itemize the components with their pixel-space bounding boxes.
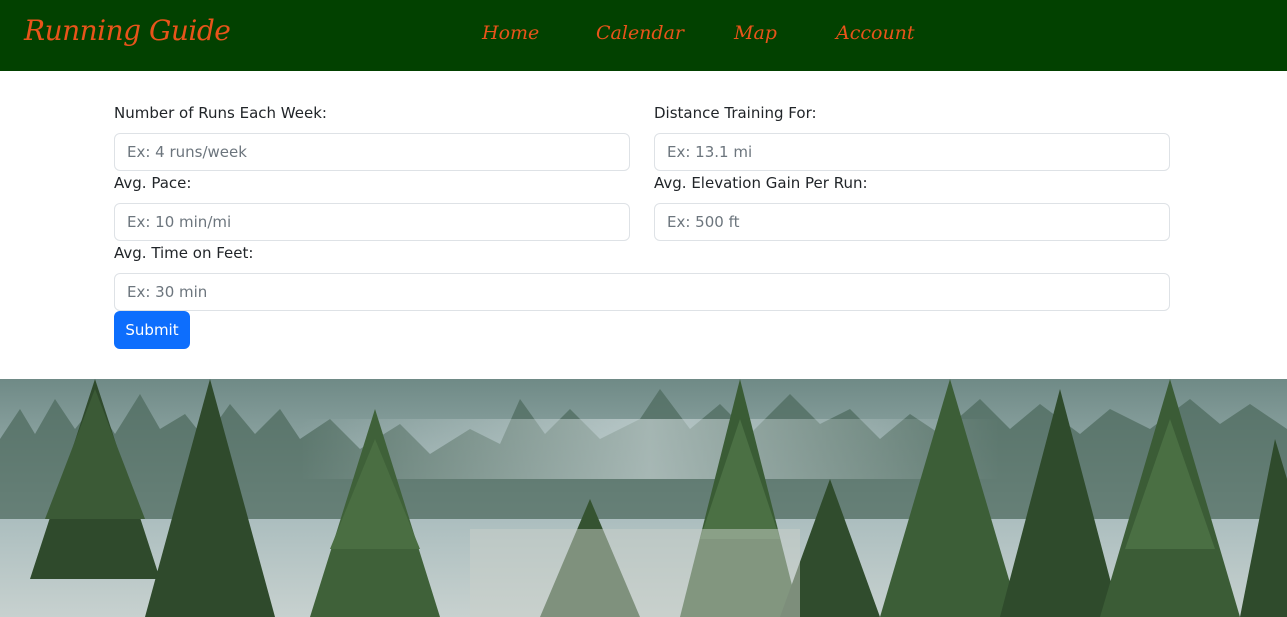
brand-logo[interactable]: Running Guide — [24, 14, 231, 47]
time-on-feet-input[interactable] — [114, 273, 1170, 311]
nav-link-calendar[interactable]: Calendar — [596, 22, 684, 44]
runs-per-week-input[interactable] — [114, 133, 630, 171]
pace-input[interactable] — [114, 203, 630, 241]
nav-link-map[interactable]: Map — [734, 22, 777, 44]
nav-link-home[interactable]: Home — [482, 22, 539, 44]
runs-per-week-label: Number of Runs Each Week: — [114, 104, 327, 122]
elevation-label: Avg. Elevation Gain Per Run: — [654, 174, 868, 192]
forest-hero-image — [0, 379, 1287, 617]
elevation-input[interactable] — [654, 203, 1170, 241]
time-on-feet-label: Avg. Time on Feet: — [114, 244, 254, 262]
top-navbar: Running Guide Home Calendar Map Account — [0, 0, 1287, 71]
distance-input[interactable] — [654, 133, 1170, 171]
distance-label: Distance Training For: — [654, 104, 817, 122]
submit-button[interactable]: Submit — [114, 311, 190, 349]
nav-link-account[interactable]: Account — [836, 22, 915, 44]
pace-label: Avg. Pace: — [114, 174, 192, 192]
